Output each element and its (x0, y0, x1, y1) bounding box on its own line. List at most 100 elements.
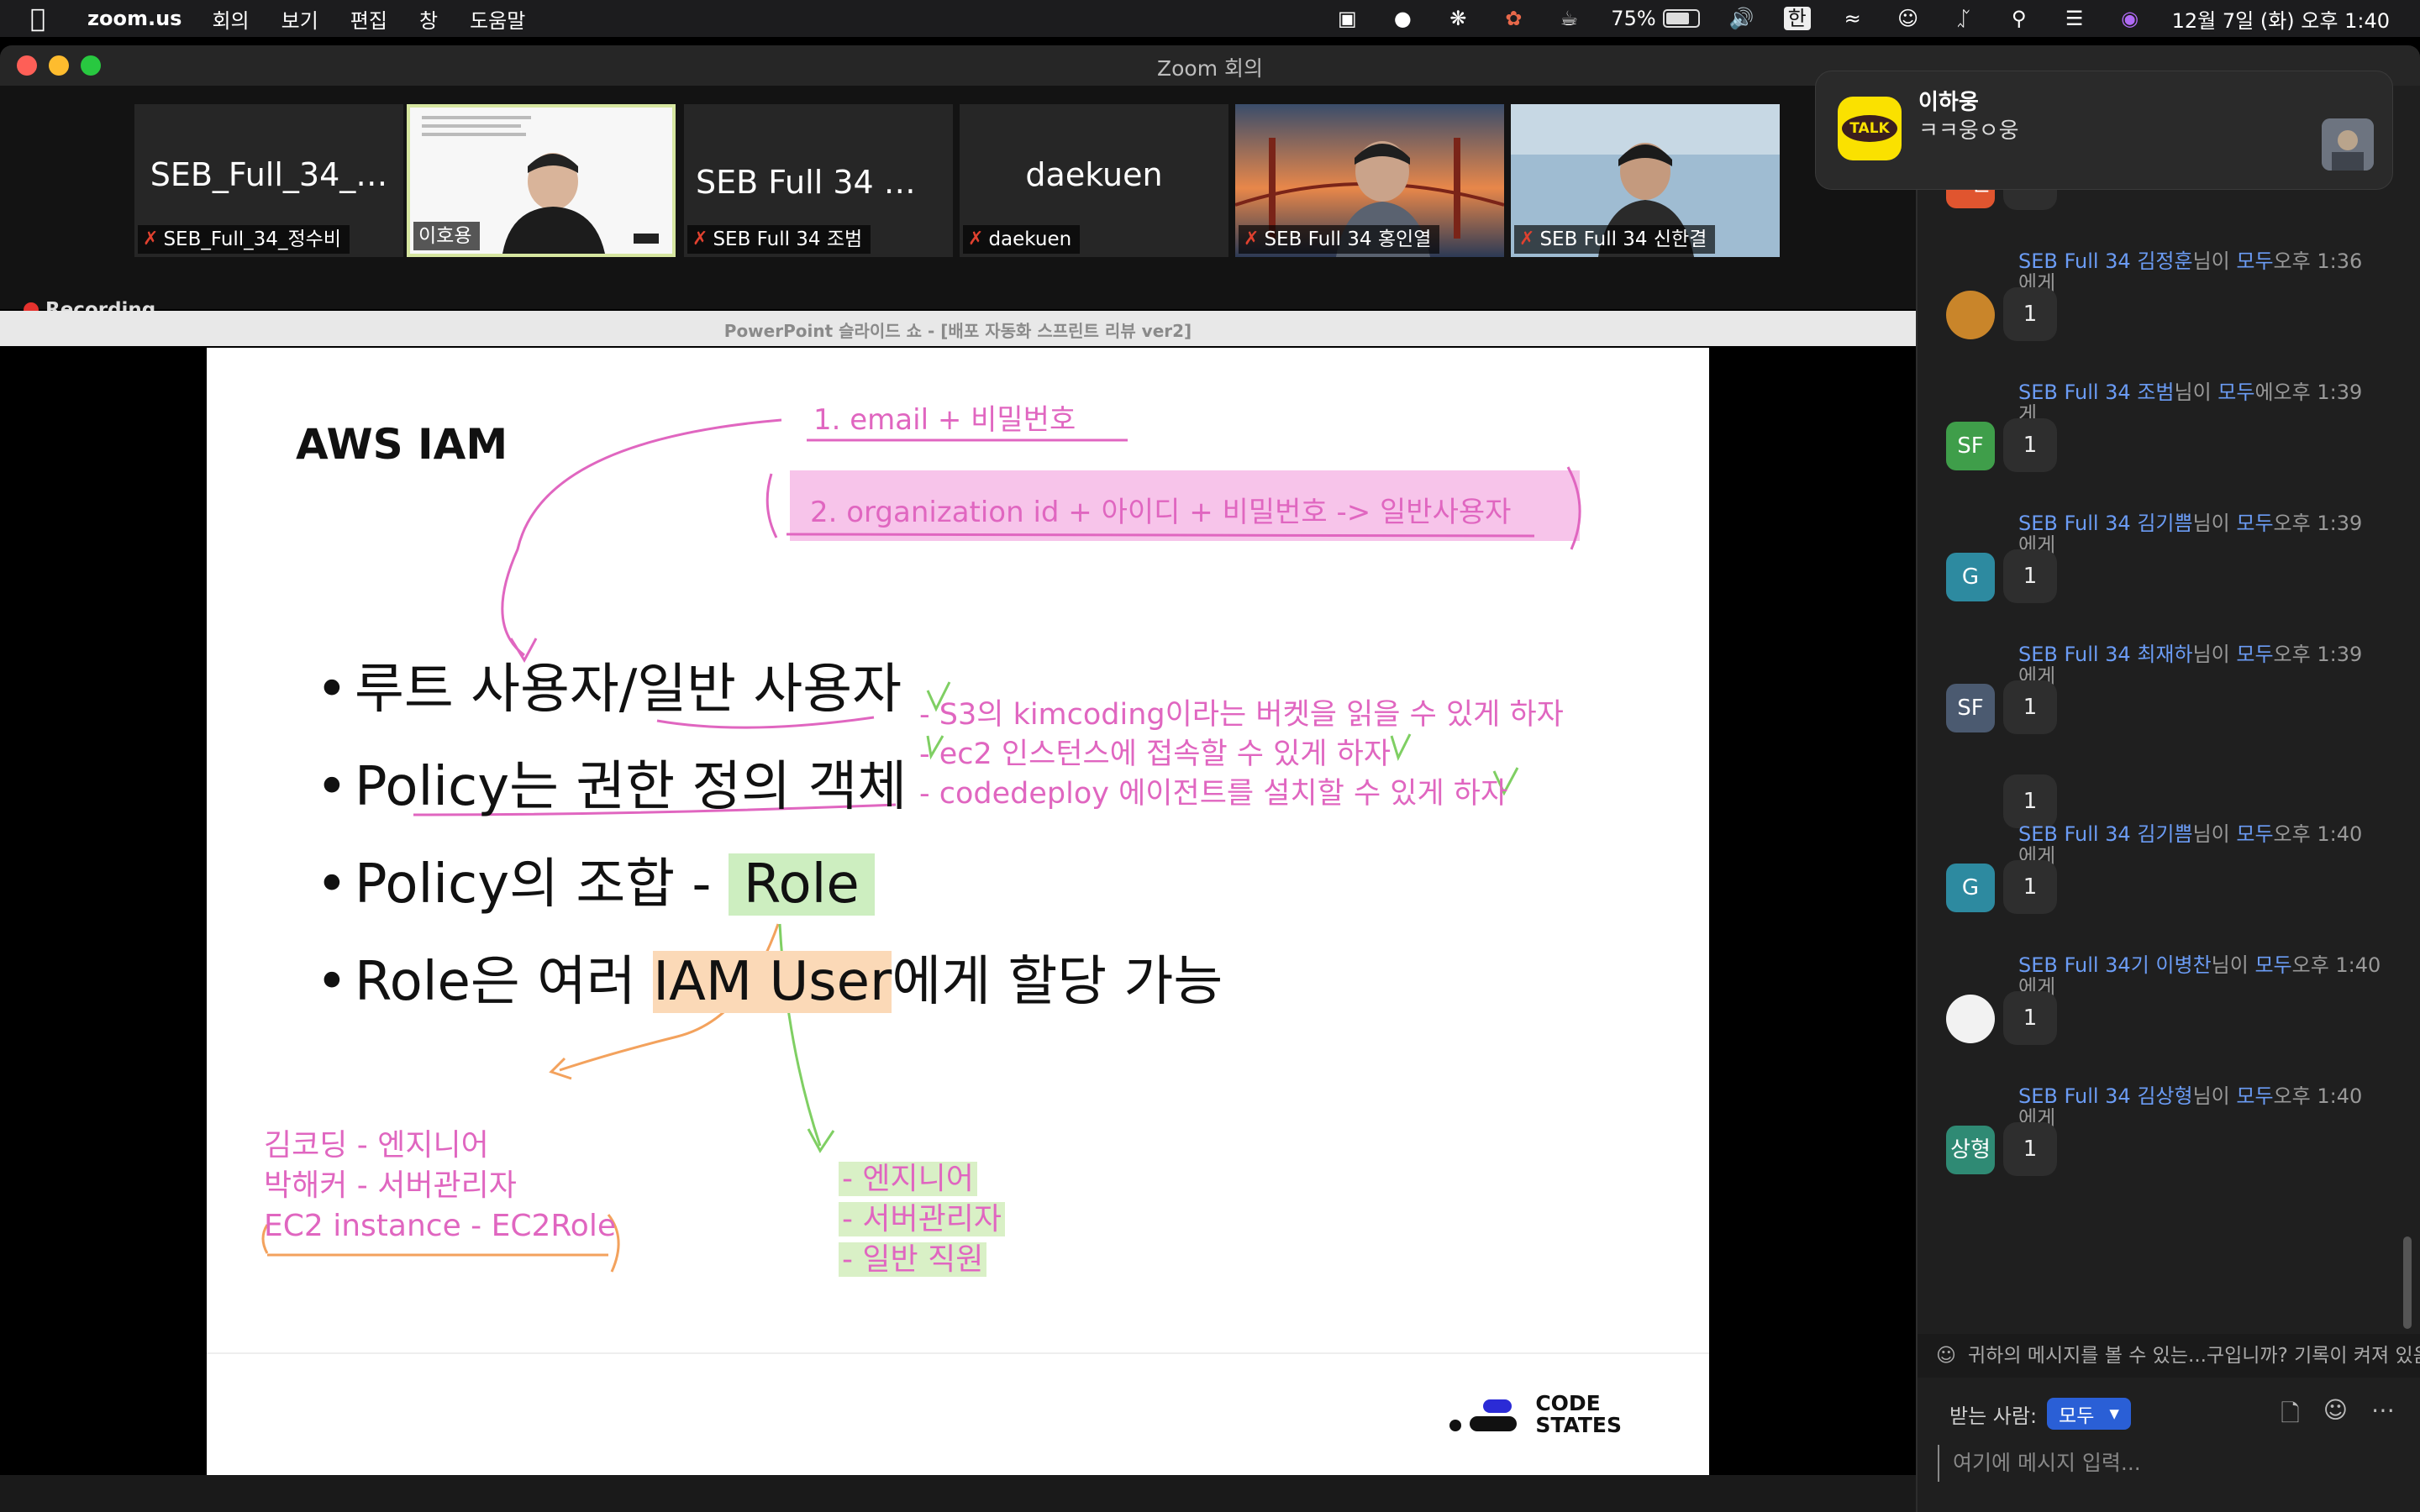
avatar[interactable]: 상형 (1946, 1126, 1995, 1174)
menu-window[interactable]: 창 (419, 4, 438, 34)
chat-message-header: SEB Full 34 김상형님이 모두오후 1:40 에게 (2018, 1085, 2388, 1129)
battery-indicator[interactable]: 75% (1611, 7, 1700, 30)
message-bubble[interactable]: 1 (2003, 680, 2057, 734)
participant-caption: ✗ SEB Full 34 홍인열 (1239, 225, 1440, 254)
logo-mark-icon (1446, 1394, 1522, 1435)
zoom-status-icon[interactable]: ▣ (1334, 7, 1360, 30)
volume-icon[interactable]: 🔊 (1728, 7, 1755, 30)
notification-body: ㅋㅋ웅ㅇ웅 (1918, 118, 2019, 144)
message-bubble[interactable]: 1 (2003, 418, 2057, 472)
message-time: 에오후 1:39 (2254, 381, 2363, 404)
user-examples: 김코딩 - 엔지니어 박해커 - 서버관리자 EC2 instance - EC… (264, 1126, 616, 1247)
participant-caption-name: SEB_Full_34_정수비 (163, 228, 341, 250)
sender-suffix: 님이 (2192, 643, 2237, 666)
cup-status-icon[interactable]: ☕ (1555, 7, 1582, 30)
mic-muted-icon: ✗ (968, 228, 984, 249)
clock[interactable]: 12월 7일 (화) 오후 1:40 (2172, 4, 2390, 34)
message-time: 오후 1:39 (2273, 643, 2363, 666)
chat-scrollbar[interactable] (2403, 1236, 2412, 1329)
sender-name[interactable]: SEB Full 34 김정훈 (2018, 249, 2193, 273)
participant-name-display: SEB_Full_34_… (150, 156, 388, 193)
message-bubble[interactable]: 1 (2003, 774, 2057, 828)
bullet-text: 에게 할당 가능 (892, 951, 1223, 1013)
chat-privacy-notice[interactable]: ☺ 귀하의 메시지를 볼 수 있는...구입니까? 기록이 켜져 있음 (1918, 1334, 2420, 1378)
menu-view[interactable]: 보기 (281, 4, 318, 34)
bullet-item: Role은 여러 IAM User에게 할당 가능 (316, 944, 1223, 1042)
wifi-icon[interactable]: ≈ (1839, 7, 1866, 30)
kakaotalk-app-icon: TALK (1838, 97, 1902, 160)
emoji-icon[interactable]: ☺ (2323, 1396, 2348, 1436)
recipient-select[interactable]: 모두 ▾ (2047, 1398, 2131, 1430)
message-bubble[interactable]: 1 (2003, 549, 2057, 603)
code-states-logo: CODE STATES (1446, 1393, 1622, 1436)
participant-caption: ✗ SEB Full 34 신한결 (1514, 225, 1716, 254)
bullet-item: Policy의 조합 - Role (316, 847, 1223, 944)
sender-name[interactable]: SEB Full 34 조범 (2018, 381, 2175, 404)
notification-sender: 이하웅 (1918, 90, 1979, 115)
participant-tile[interactable]: daekuen ✗ daekuen (960, 104, 1228, 257)
bullet-text: Policy의 조합 - (355, 853, 729, 916)
avatar[interactable]: SF (1946, 422, 1995, 470)
policy-examples: - S3의 kimcoding이라는 버켓을 읽을 수 있게 하자 - ec2 … (919, 696, 1564, 814)
participant-tile-active-speaker[interactable]: 이호용 (407, 104, 676, 257)
sender-suffix: 님이 (2174, 381, 2218, 404)
avatar[interactable]: G (1946, 553, 1995, 601)
apple-menu-icon[interactable]:  (30, 4, 64, 34)
sender-name[interactable]: SEB Full 34 김기쁨 (2018, 822, 2193, 846)
user-example: 박해커 - 서버관리자 (264, 1168, 517, 1203)
chat-input[interactable]: 여기에 메시지 입력... (1938, 1445, 2391, 1482)
battery-icon (1662, 9, 1700, 28)
menu-help[interactable]: 도움말 (470, 4, 525, 34)
sender-name[interactable]: SEB Full 34 최재하 (2018, 643, 2193, 666)
policy-example: - ec2 인스턴스에 접속할 수 있게 하자 (919, 738, 1392, 771)
recipient-value: 모두 (2059, 1405, 2095, 1427)
app-icon-text: TALK (1842, 115, 1897, 142)
control-center-icon[interactable]: ☰ (2061, 7, 2088, 30)
avatar[interactable]: SF (1946, 684, 1995, 732)
message-bubble[interactable]: 1 (2003, 860, 2057, 914)
participant-tile[interactable]: ✗ SEB Full 34 홍인열 (1235, 104, 1504, 257)
avatar[interactable] (1946, 995, 1995, 1043)
recipient-name: 모두 (2217, 381, 2255, 404)
chat-message-header: SEB Full 34 최재하님이 모두오후 1:39 에게 (2018, 643, 2388, 687)
input-method-icon[interactable]: 한 (1783, 7, 1811, 30)
sender-name[interactable]: SEB Full 34기 이병찬 (2018, 953, 2212, 977)
participant-gallery: SEB_Full_34_… ✗ SEB_Full_34_정수비 이호용 SEB F… (0, 86, 1916, 309)
sender-avatar-thumbnail (2322, 118, 2374, 171)
app-menu[interactable]: zoom.us (87, 7, 182, 30)
search-icon[interactable]: ⚲ (2006, 7, 2033, 30)
role-example: - 일반 직원 (839, 1242, 987, 1277)
siri-icon[interactable]: ◉ (2117, 7, 2144, 30)
message-bubble[interactable]: 1 (2003, 287, 2057, 341)
participant-caption: 이호용 (413, 222, 481, 250)
bluetooth-icon[interactable]: ᛢ (1950, 7, 1977, 30)
participant-caption: ✗ SEB Full 34 조범 (687, 225, 871, 254)
sender-suffix: 님이 (2192, 249, 2237, 273)
chat-notice-text: 귀하의 메시지를 볼 수 있는...구입니까? 기록이 켜져 있음 (1968, 1345, 2420, 1367)
more-icon[interactable]: ⋯ (2371, 1396, 2395, 1436)
chat-status-icon[interactable]: ● (1389, 7, 1416, 30)
chat-message-header: SEB Full 34 김기쁨님이 모두오후 1:40 에게 (2018, 823, 2388, 867)
participant-tile[interactable]: SEB Full 34 조범 ✗ SEB Full 34 조범 (684, 104, 953, 257)
sender-name[interactable]: SEB Full 34 김기쁨 (2018, 512, 2193, 535)
settings-status-icon[interactable]: ❋ (1444, 7, 1471, 30)
message-time: 오후 1:39 (2273, 512, 2363, 535)
menu-meeting[interactable]: 회의 (212, 4, 249, 34)
chat-message-header: SEB Full 34 김기쁨님이 모두오후 1:39 에게 (2018, 512, 2388, 556)
sender-name[interactable]: SEB Full 34 김상형 (2018, 1084, 2193, 1108)
avatar[interactable] (1946, 291, 1995, 339)
recipient-name: 모두 (2236, 1084, 2274, 1108)
message-time: 오후 1:36 (2273, 249, 2363, 273)
participant-tile[interactable]: SEB_Full_34_… ✗ SEB_Full_34_정수비 (134, 104, 403, 257)
slide-divider (207, 1352, 1709, 1354)
avatar[interactable]: G (1946, 864, 1995, 912)
file-icon[interactable]: 🗋 (2281, 1396, 2300, 1436)
message-bubble[interactable]: 1 (2003, 1122, 2057, 1176)
participant-tile[interactable]: ✗ SEB Full 34 신한결 (1511, 104, 1780, 257)
kakaotalk-notification[interactable]: TALK 이하웅 ㅋㅋ웅ㅇ웅 (1815, 71, 2393, 190)
menu-edit[interactable]: 편집 (350, 4, 387, 34)
user-icon[interactable]: ☺ (1895, 7, 1922, 30)
message-bubble[interactable]: 1 (2003, 991, 2057, 1045)
role-example: - 엔지니어 (839, 1162, 977, 1196)
cat-status-icon[interactable]: ✿ (1500, 7, 1527, 30)
